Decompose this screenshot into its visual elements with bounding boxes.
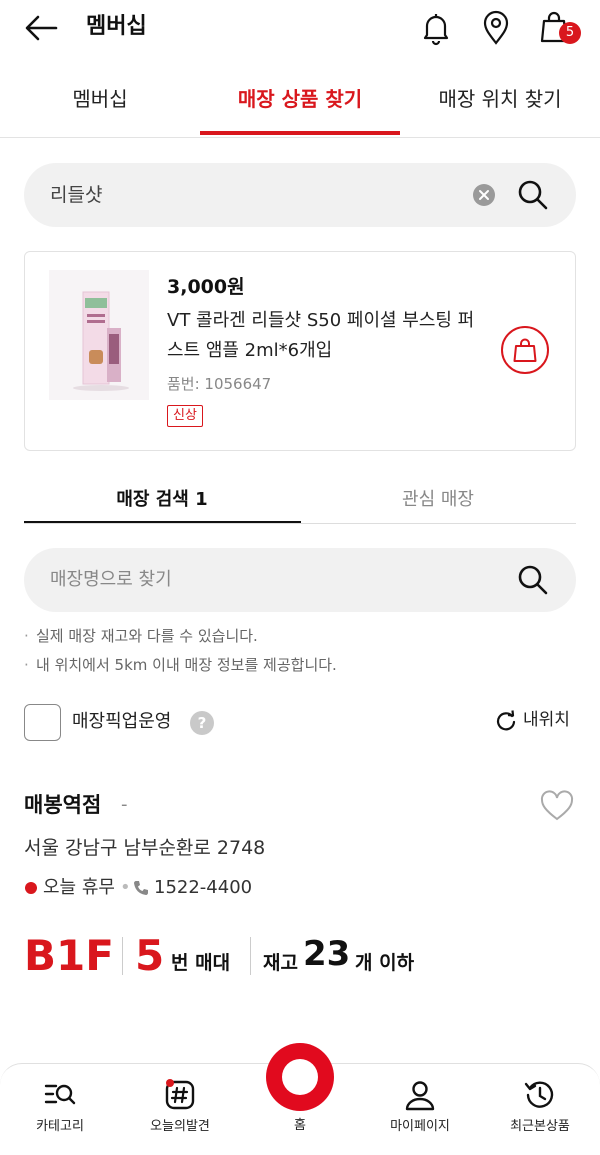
nav-recent-products[interactable]: 최근본상품: [480, 1078, 600, 1148]
store-address: 서울 강남구 남부순환로 2748: [24, 837, 266, 859]
store-search-bar[interactable]: 매장명으로 찾기: [24, 548, 576, 612]
tab-store-product-search[interactable]: 매장 상품 찾기: [200, 70, 400, 137]
store-distance: -: [121, 794, 128, 815]
nav-home-label[interactable]: 홈: [240, 1117, 360, 1135]
back-arrow-icon[interactable]: [22, 12, 62, 44]
product-code: 품번: 1056647: [167, 375, 272, 393]
history-clock-icon: [524, 1081, 554, 1108]
phone-icon: [134, 881, 148, 895]
stock-count: 23: [303, 934, 351, 974]
nav-label: 최근본상품: [510, 1119, 570, 1134]
tab-membership[interactable]: 멤버십: [0, 70, 200, 137]
store-name[interactable]: 매봉역점: [24, 791, 101, 819]
stock-info: 재고 23 개 이하: [263, 930, 463, 982]
my-location-label: 내위치: [523, 710, 570, 730]
nav-label: 카테고리: [36, 1119, 84, 1134]
tab-store-search[interactable]: 매장 검색 1: [24, 476, 300, 524]
new-badge: 신상: [167, 405, 203, 427]
store-tabs: 매장 검색 1 관심 매장: [24, 476, 576, 524]
floor-info: B1F: [24, 930, 114, 982]
active-tab-indicator: [200, 131, 400, 135]
main-tabs: 멤버십 매장 상품 찾기 매장 위치 찾기: [0, 70, 600, 138]
top-app-bar: 멤버십 5: [0, 0, 600, 56]
nav-category[interactable]: 카테고리: [0, 1078, 120, 1148]
divider: [250, 937, 251, 975]
nav-label: 마이페이지: [390, 1119, 450, 1134]
divider: [122, 937, 123, 975]
stock-prefix: 재고: [263, 952, 298, 974]
separator: •: [120, 877, 131, 898]
shelf-info: 5 번 매대: [135, 930, 245, 982]
shopping-bag-icon: [513, 338, 537, 362]
notice-item: · 내 위치에서 5km 이내 매장 정보를 제공합니다.: [24, 656, 337, 674]
store-tab-indicator: [24, 521, 301, 523]
nav-label: 오늘의발견: [150, 1119, 210, 1134]
location-pin-icon[interactable]: [476, 8, 516, 48]
product-name[interactable]: VT 콜라겐 리들샷 S50 페이셜 부스팅 퍼스트 앰플 2ml*6개입: [167, 306, 477, 366]
product-price: 3,000원: [167, 276, 245, 298]
favorite-heart-icon[interactable]: [540, 790, 574, 822]
help-icon[interactable]: ?: [190, 711, 214, 735]
refresh-icon: [496, 710, 516, 731]
clear-icon[interactable]: [473, 184, 495, 206]
bell-icon[interactable]: [416, 8, 456, 48]
search-icon[interactable]: [515, 177, 551, 213]
product-image: [49, 270, 149, 400]
store-search-input[interactable]: 매장명으로 찾기: [50, 566, 172, 594]
notice-text: 내 위치에서 5km 이내 매장 정보를 제공합니다.: [36, 656, 337, 674]
shelf-suffix: 번 매대: [171, 952, 231, 974]
product-search-input[interactable]: 리들샷: [50, 181, 102, 209]
add-to-cart-button[interactable]: [501, 326, 549, 374]
nav-mypage[interactable]: 마이페이지: [360, 1078, 480, 1148]
shelf-number: 5: [135, 931, 165, 980]
home-logo-icon[interactable]: [266, 1043, 334, 1111]
stock-suffix: 개 이하: [355, 952, 415, 974]
nav-today-discovery[interactable]: 오늘의발견: [120, 1078, 240, 1148]
hashtag-icon: [165, 1079, 195, 1110]
notice-text: 실제 매장 재고와 다를 수 있습니다.: [36, 627, 258, 645]
store-status: 오늘 휴무: [43, 877, 115, 898]
product-search-bar[interactable]: 리들샷: [24, 163, 576, 227]
product-card[interactable]: 3,000원 VT 콜라겐 리들샷 S50 페이셜 부스팅 퍼스트 앰플 2ml…: [24, 251, 576, 451]
floor-value: B1F: [24, 931, 114, 980]
notice-item: · 실제 매장 재고와 다를 수 있습니다.: [24, 627, 258, 645]
tab-store-location-search[interactable]: 매장 위치 찾기: [400, 70, 600, 137]
pickup-label[interactable]: 매장픽업운영: [72, 709, 171, 735]
person-icon: [405, 1081, 435, 1111]
page-title: 멤버십: [86, 14, 147, 39]
store-phone[interactable]: 1522-4400: [154, 876, 252, 900]
search-icon[interactable]: [515, 562, 551, 598]
category-search-icon: [44, 1084, 76, 1105]
status-dot: [25, 882, 37, 894]
cart-count-badge: 5: [559, 22, 581, 44]
pickup-checkbox[interactable]: [24, 704, 61, 741]
tab-favorite-stores[interactable]: 관심 매장: [300, 476, 576, 524]
